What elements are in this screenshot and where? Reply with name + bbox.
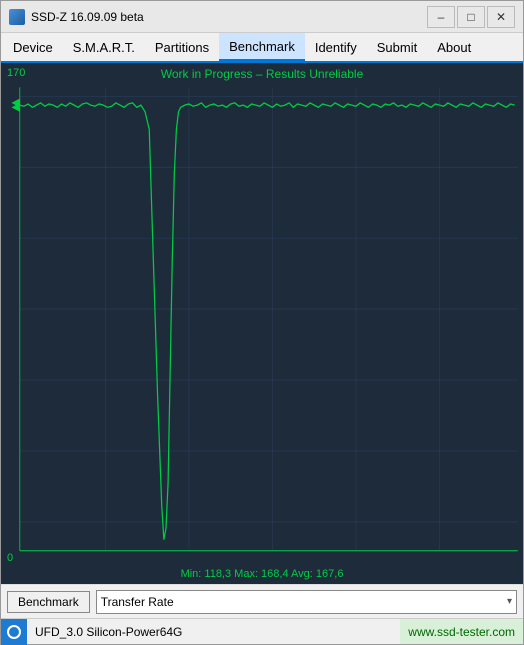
menu-partitions[interactable]: Partitions xyxy=(145,33,219,61)
usb-icon xyxy=(7,625,21,639)
device-name: UFD_3.0 Silicon-Power64G xyxy=(27,625,400,639)
main-window: SSD-Z 16.09.09 beta – □ ✕ Device S.M.A.R… xyxy=(0,0,524,645)
chart-stats: Min: 118,3 Max: 168,4 Avg: 167,6 xyxy=(1,568,523,580)
chart-area: Work in Progress – Results Unreliable 17… xyxy=(1,63,523,584)
menu-device[interactable]: Device xyxy=(3,33,63,61)
menu-benchmark[interactable]: Benchmark xyxy=(219,33,305,61)
minimize-button[interactable]: – xyxy=(427,6,455,28)
chart-svg xyxy=(1,63,523,584)
close-button[interactable]: ✕ xyxy=(487,6,515,28)
title-bar: SSD-Z 16.09.09 beta – □ ✕ xyxy=(1,1,523,33)
window-controls: – □ ✕ xyxy=(427,6,515,28)
window-title: SSD-Z 16.09.09 beta xyxy=(31,10,427,24)
chart-y-min: 0 xyxy=(7,552,13,564)
transfer-rate-dropdown[interactable]: Transfer Rate ▾ xyxy=(96,590,517,614)
dropdown-value: Transfer Rate xyxy=(101,595,174,609)
chevron-down-icon: ▾ xyxy=(507,596,512,607)
menu-about[interactable]: About xyxy=(427,33,481,61)
app-icon xyxy=(9,9,25,25)
menu-smart[interactable]: S.M.A.R.T. xyxy=(63,33,145,61)
menu-bar: Device S.M.A.R.T. Partitions Benchmark I… xyxy=(1,33,523,63)
maximize-button[interactable]: □ xyxy=(457,6,485,28)
website-url[interactable]: www.ssd-tester.com xyxy=(400,619,523,644)
chart-title: Work in Progress – Results Unreliable xyxy=(1,67,523,81)
menu-submit[interactable]: Submit xyxy=(367,33,427,61)
status-bar: UFD_3.0 Silicon-Power64G www.ssd-tester.… xyxy=(1,618,523,644)
toolbar: Benchmark Transfer Rate ▾ xyxy=(1,584,523,618)
menu-identify[interactable]: Identify xyxy=(305,33,367,61)
chart-y-max: 170 xyxy=(7,67,25,79)
benchmark-button[interactable]: Benchmark xyxy=(7,591,90,613)
device-icon xyxy=(1,619,27,645)
